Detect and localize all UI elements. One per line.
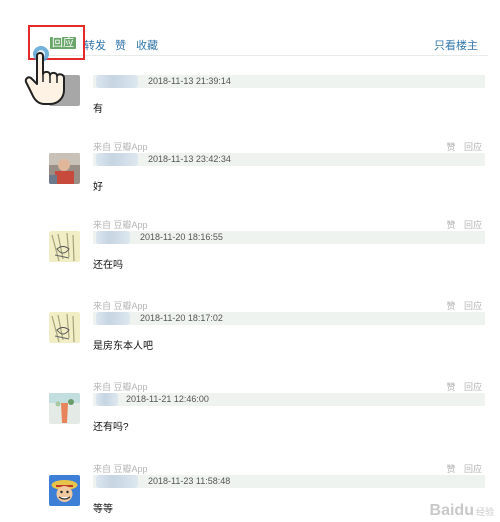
comment-item: 来自 豆瓣App 赞 回应 2018-11-23 11:58:48 等等 bbox=[0, 462, 500, 522]
forward-link[interactable]: 转发 bbox=[84, 37, 106, 53]
op-only-link[interactable]: 只看楼主 bbox=[434, 37, 478, 53]
comment-ops: 赞 回应 bbox=[440, 462, 482, 475]
comment-reply-link[interactable]: 回应 bbox=[464, 220, 482, 230]
comment-timestamp: 2018-11-20 18:16:55 bbox=[140, 232, 223, 242]
comment-header: 2018-11-23 11:58:48 bbox=[93, 475, 485, 488]
like-link[interactable]: 赞 bbox=[115, 37, 126, 53]
comment-text: 有 bbox=[93, 104, 103, 115]
comment-source: 来自 豆瓣App bbox=[93, 301, 148, 311]
collect-link[interactable]: 收藏 bbox=[136, 37, 158, 53]
baidu-watermark: Baidu 经验 bbox=[430, 502, 494, 520]
comment-like-link[interactable]: 赞 bbox=[446, 220, 455, 230]
comment-timestamp: 2018-11-13 21:39:14 bbox=[148, 76, 231, 86]
comment-like-link[interactable]: 赞 bbox=[446, 301, 455, 311]
comment-item: 来自 豆瓣App 赞 回应 2018-11-20 18:16:55 还在吗 bbox=[0, 218, 500, 300]
comment-text: 还在吗 bbox=[93, 260, 123, 271]
comment-timestamp: 2018-11-23 11:58:48 bbox=[148, 476, 231, 486]
username-blurred[interactable] bbox=[96, 393, 118, 406]
username-blurred[interactable] bbox=[96, 475, 138, 488]
comment-header: 2018-11-21 12:46:00 bbox=[93, 393, 485, 406]
comment-header: 2018-11-20 18:17:02 bbox=[93, 312, 485, 325]
avatar[interactable] bbox=[49, 475, 80, 506]
comment-reply-link[interactable]: 回应 bbox=[464, 464, 482, 474]
comment-ops bbox=[470, 62, 482, 72]
comment-source: 来自 豆瓣App bbox=[93, 142, 148, 152]
comment-source: 来自 豆瓣App bbox=[93, 464, 148, 474]
comment-ops: 赞 回应 bbox=[440, 140, 482, 153]
comment-header: 2018-11-13 21:39:14 bbox=[93, 75, 485, 88]
comment-like-link[interactable]: 赞 bbox=[446, 464, 455, 474]
comment-action-bar: 回应 转发 赞 收藏 只看楼主 bbox=[48, 36, 488, 56]
comment-timestamp: 2018-11-21 12:46:00 bbox=[126, 394, 209, 404]
comment-timestamp: 2018-11-13 23:42:34 bbox=[148, 154, 231, 164]
hand-pointer-icon bbox=[24, 46, 65, 105]
comment-item: 2018-11-13 21:39:14 有 bbox=[0, 62, 500, 144]
avatar[interactable] bbox=[49, 312, 80, 343]
comment-item: 来自 豆瓣App 赞 回应 2018-11-20 18:17:02 是房东本人吧 bbox=[0, 299, 500, 381]
comment-text: 是房东本人吧 bbox=[93, 341, 153, 352]
comment-like-link[interactable]: 赞 bbox=[446, 142, 455, 152]
comment-ops: 赞 回应 bbox=[440, 380, 482, 393]
avatar[interactable] bbox=[49, 393, 80, 424]
comment-item: 来自 豆瓣App 赞 回应 2018-11-13 23:42:34 好 bbox=[0, 140, 500, 222]
comment-source: 来自 豆瓣App bbox=[93, 220, 148, 230]
comment-text: 还有吗? bbox=[93, 422, 129, 433]
avatar[interactable] bbox=[49, 153, 80, 184]
comment-header: 2018-11-13 23:42:34 bbox=[93, 153, 485, 166]
watermark-suffix: 经验 bbox=[475, 507, 494, 517]
comment-reply-link[interactable]: 回应 bbox=[464, 382, 482, 392]
comment-header: 2018-11-20 18:16:55 bbox=[93, 231, 485, 244]
comment-reply-link[interactable]: 回应 bbox=[464, 142, 482, 152]
comment-text: 等等 bbox=[93, 504, 113, 515]
username-blurred[interactable] bbox=[96, 312, 130, 325]
comment-ops: 赞 回应 bbox=[440, 299, 482, 312]
comment-reply-link[interactable]: 回应 bbox=[464, 301, 482, 311]
avatar[interactable] bbox=[49, 231, 80, 262]
comment-text: 好 bbox=[93, 182, 103, 193]
comment-source: 来自 豆瓣App bbox=[93, 382, 148, 392]
username-blurred[interactable] bbox=[96, 153, 138, 166]
watermark-brand: Baidu bbox=[429, 502, 474, 519]
comment-ops: 赞 回应 bbox=[440, 218, 482, 231]
comment-item: 来自 豆瓣App 赞 回应 2018-11-21 12:46:00 还有吗? bbox=[0, 380, 500, 462]
comment-like-link[interactable]: 赞 bbox=[446, 382, 455, 392]
comment-timestamp: 2018-11-20 18:17:02 bbox=[140, 313, 223, 323]
username-blurred[interactable] bbox=[96, 75, 138, 88]
username-blurred[interactable] bbox=[96, 231, 130, 244]
